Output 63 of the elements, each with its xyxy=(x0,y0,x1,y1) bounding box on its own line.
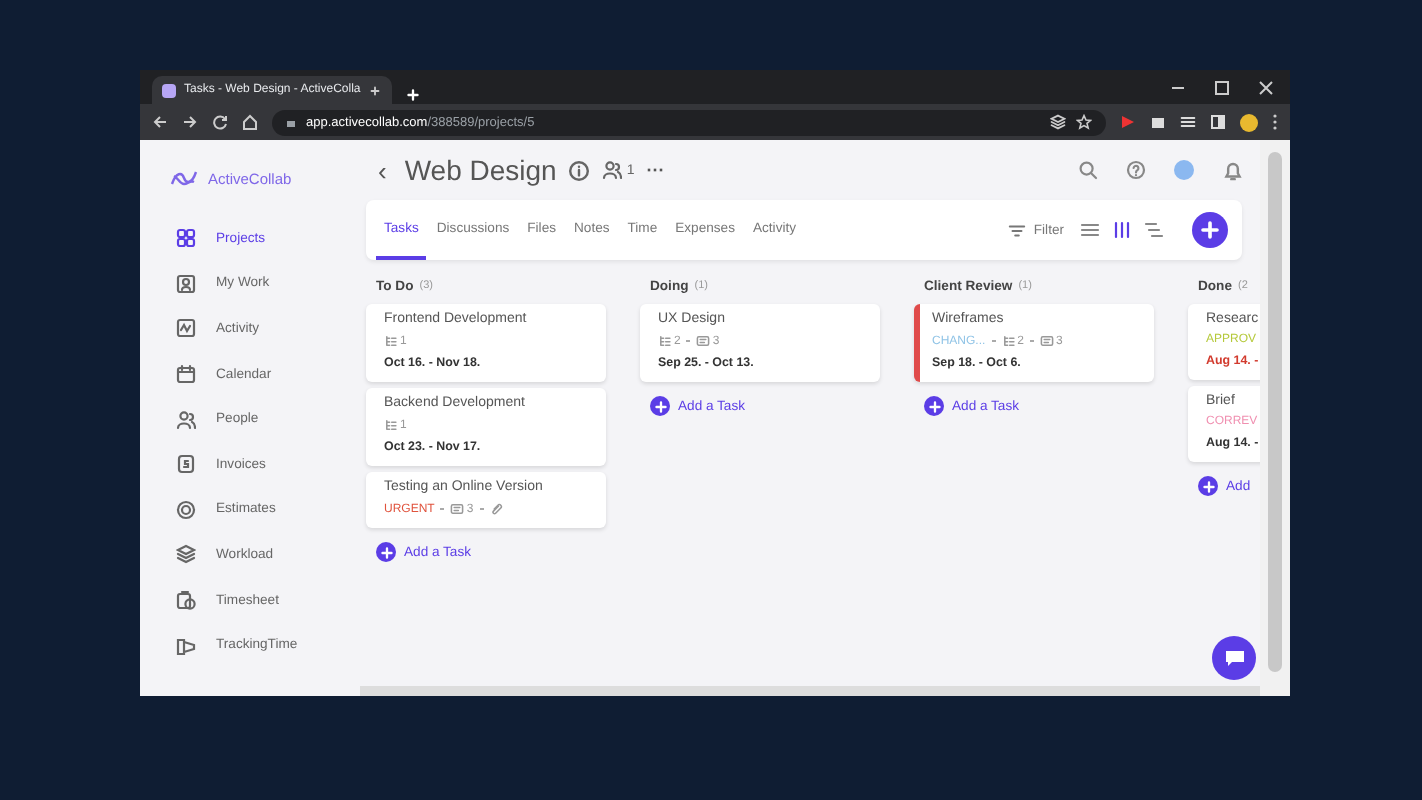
filter-icon xyxy=(1007,221,1026,239)
tracking-icon xyxy=(176,635,196,656)
horizontal-scrollbar[interactable] xyxy=(360,686,1260,696)
invoice-icon xyxy=(176,454,196,475)
attachment-icon xyxy=(489,502,504,516)
reload-icon[interactable] xyxy=(212,114,228,130)
plus-icon xyxy=(377,543,395,561)
timeline-icon xyxy=(1144,220,1164,240)
close-icon xyxy=(368,83,383,97)
columns-icon xyxy=(1112,220,1132,240)
person-icon xyxy=(176,273,196,294)
plus-icon xyxy=(651,397,669,415)
subtasks-icon xyxy=(384,334,398,348)
subtasks-icon xyxy=(1001,334,1016,348)
more-button[interactable]: ··· xyxy=(646,160,665,180)
logo-icon xyxy=(168,166,200,190)
columns-view-button[interactable] xyxy=(1112,220,1132,240)
subtasks-icon xyxy=(658,334,672,348)
pulse-icon xyxy=(176,318,196,339)
side-panel-icon[interactable] xyxy=(1210,114,1226,130)
favicon-icon xyxy=(162,83,176,97)
people-icon xyxy=(176,409,196,430)
notifications-button[interactable] xyxy=(1222,159,1244,181)
extension-icon[interactable] xyxy=(1120,114,1136,130)
back-button[interactable]: ‹ xyxy=(372,155,393,185)
reading-list-icon xyxy=(1180,114,1196,130)
target-icon xyxy=(176,499,196,520)
chat-button[interactable] xyxy=(1212,636,1256,680)
help-button[interactable] xyxy=(1126,160,1146,180)
calendar-icon xyxy=(176,364,196,385)
home-icon[interactable] xyxy=(242,114,258,130)
bell-icon xyxy=(1222,159,1244,181)
forward-icon[interactable] xyxy=(182,114,198,130)
timeline-view-button[interactable] xyxy=(1144,220,1164,240)
help-icon xyxy=(1126,160,1146,180)
list-view-button[interactable] xyxy=(1080,220,1100,240)
search-button[interactable] xyxy=(1078,160,1098,180)
plus-icon xyxy=(925,397,943,415)
plus-icon xyxy=(1199,477,1217,495)
menu-icon[interactable] xyxy=(1272,114,1278,130)
search-icon xyxy=(1078,160,1098,180)
grid-icon xyxy=(176,228,196,249)
people-icon xyxy=(602,160,623,180)
comments-icon xyxy=(696,334,711,348)
scrollbar-thumb[interactable] xyxy=(1268,152,1282,672)
new-tab-icon xyxy=(404,86,423,104)
layers-icon xyxy=(176,544,196,565)
project-title: Web Design xyxy=(404,154,557,186)
info-icon xyxy=(568,159,591,181)
comments-icon xyxy=(1040,334,1055,348)
add-button[interactable] xyxy=(1192,212,1228,248)
clock-icon xyxy=(176,590,196,611)
back-icon[interactable] xyxy=(152,114,168,130)
info-button[interactable] xyxy=(568,159,591,181)
close-icon[interactable] xyxy=(1258,80,1274,96)
maximize-icon[interactable] xyxy=(1214,80,1230,96)
subtasks-icon xyxy=(384,418,398,432)
plus-icon xyxy=(1196,216,1224,244)
comments-icon xyxy=(450,502,465,516)
list-icon xyxy=(1080,220,1100,240)
profile-avatar[interactable] xyxy=(1240,113,1258,131)
star-icon[interactable] xyxy=(1076,114,1092,130)
chat-icon xyxy=(1223,648,1245,668)
